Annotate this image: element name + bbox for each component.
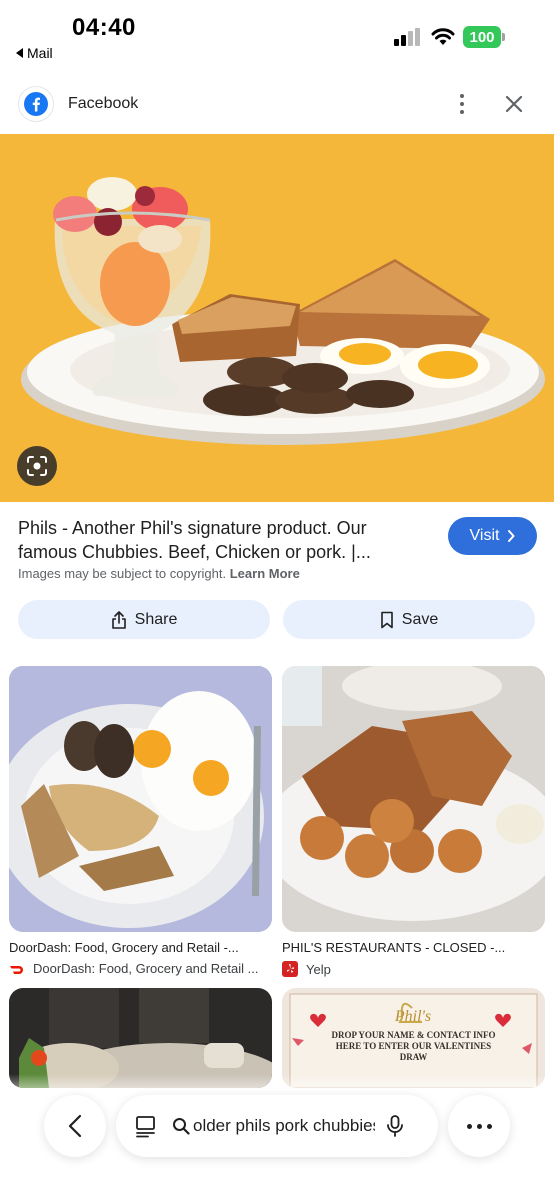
yelp-logo-icon [282,961,298,977]
battery-nub [502,33,505,41]
dot-icon [476,1123,482,1129]
related-caption: PHIL'S RESTAURANTS - CLOSED -... [282,940,506,955]
back-triangle-icon [16,48,23,58]
more-options-icon[interactable] [448,90,476,118]
related-source: DoorDash: Food, Grocery and Retail ... [9,961,272,976]
close-icon[interactable] [500,90,528,118]
back-app-label: Mail [27,45,53,61]
breakfast-plate-illustration [21,177,545,445]
related-source: Yelp [282,961,545,977]
dot-icon [486,1123,492,1129]
related-result-card[interactable]: Phil's DROP YOUR NAME & CONTACT INFO HER… [282,988,545,1088]
status-bar: 04:40 Mail 100 [0,0,554,70]
more-options-button[interactable] [448,1095,510,1157]
facebook-logo-icon [18,86,54,122]
learn-more-link[interactable]: Learn More [230,566,300,581]
related-source-name: DoorDash: Food, Grocery and Retail ... [33,961,259,976]
doordash-logo-icon [10,965,23,974]
tabs-icon[interactable] [134,1114,158,1138]
search-query[interactable]: older phils pork chubbies [193,1116,375,1136]
related-image[interactable]: Phil's DROP YOUR NAME & CONTACT INFO HER… [282,988,545,1088]
back-to-mail-link[interactable]: Mail [16,45,53,61]
copyright-notice: Images may be subject to copyright. Lear… [18,566,300,581]
source-name[interactable]: Facebook [68,95,138,113]
related-image[interactable] [9,666,272,932]
bookmark-icon [380,611,393,628]
share-label: Share [134,610,178,628]
back-button[interactable] [44,1095,106,1157]
source-header: Facebook [0,78,554,130]
battery-indicator: 100 [463,26,505,48]
svg-text:Phil's: Phil's [394,1008,431,1025]
share-icon [111,610,126,629]
battery-level: 100 [463,26,501,48]
valentines-sign-text: DROP YOUR NAME & CONTACT INFO HERE TO EN… [331,1030,496,1062]
related-source-name: Yelp [306,961,331,977]
visit-label: Visit [469,527,500,544]
dot-icon [466,1123,472,1129]
related-caption: DoorDash: Food, Grocery and Retail -... [9,940,239,955]
chevron-left-icon [68,1114,82,1138]
wifi-icon [431,28,455,45]
search-icon [173,1118,190,1135]
related-result-card[interactable]: DoorDash: Food, Grocery and Retail -... … [9,666,272,976]
main-result-image[interactable] [0,134,554,502]
status-time: 04:40 [72,14,136,41]
visit-button[interactable]: Visit [448,517,537,555]
microphone-icon[interactable] [385,1114,405,1138]
related-image[interactable] [9,988,272,1088]
related-result-card[interactable]: PHIL'S RESTAURANTS - CLOSED -... Yelp [282,666,545,977]
related-image[interactable] [282,666,545,932]
cellular-signal-icon [394,28,420,46]
share-button[interactable]: Share [18,600,270,639]
result-title[interactable]: Phils - Another Phil's signature product… [18,516,428,564]
copyright-text: Images may be subject to copyright. [18,566,227,581]
save-label: Save [401,610,439,628]
chevron-right-icon [508,530,515,542]
google-lens-icon[interactable] [17,446,57,486]
related-result-card[interactable] [9,988,272,1088]
save-button[interactable]: Save [283,600,535,639]
search-bar[interactable]: older phils pork chubbies [116,1095,438,1157]
